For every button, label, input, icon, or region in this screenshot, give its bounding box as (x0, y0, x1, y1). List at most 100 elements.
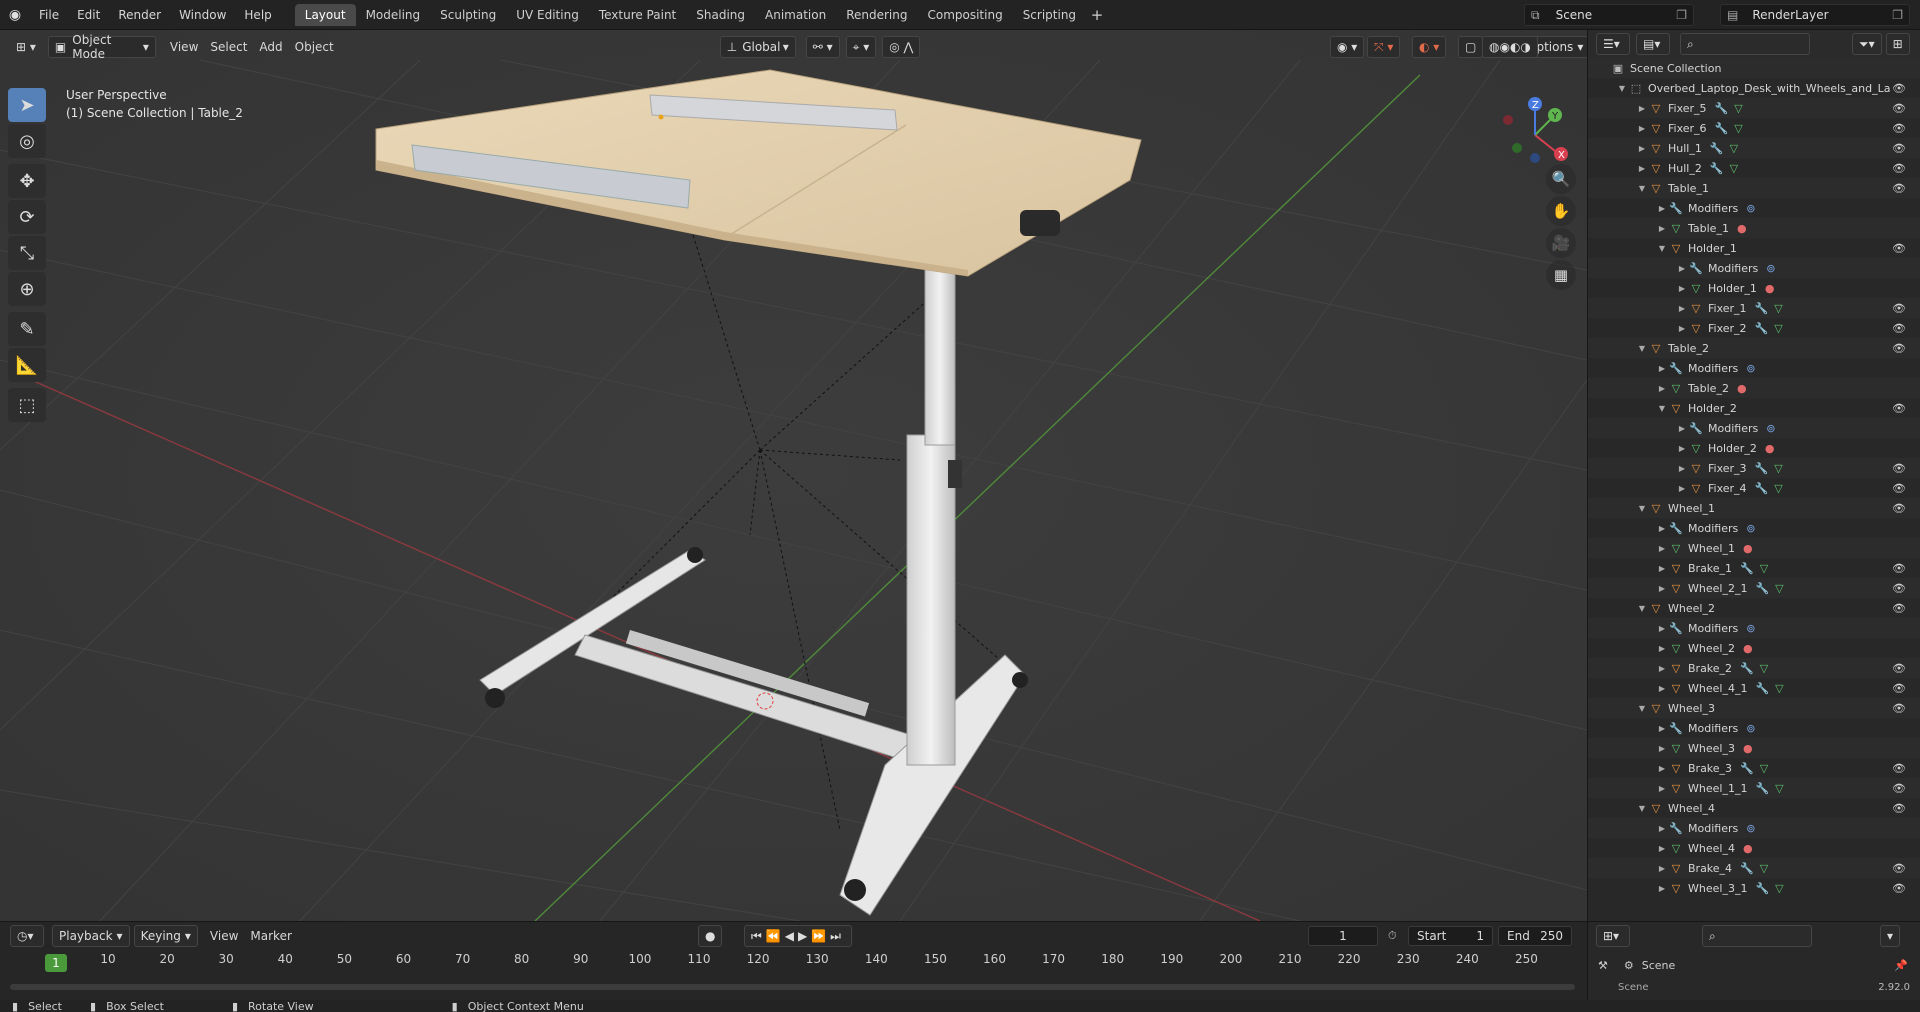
material-icon[interactable]: ● (1765, 442, 1775, 455)
expand-down-icon[interactable]: ▼ (1656, 404, 1668, 413)
outliner-row[interactable]: ▶ 🔧 Modifiers ⊚ (1588, 198, 1920, 218)
add-workspace-icon[interactable]: + (1086, 4, 1108, 26)
material-icon[interactable]: ● (1743, 542, 1753, 555)
visibility-eye-icon[interactable]: 👁 (1892, 462, 1906, 475)
modifier-icon[interactable]: 🔧 (1740, 862, 1754, 875)
modifier-icon[interactable]: 🔧 (1740, 762, 1754, 775)
outliner-row[interactable]: ▶ ▽ Wheel_2_1 🔧 ▽ 👁 (1588, 578, 1920, 598)
visibility-eye-icon[interactable]: 👁 (1892, 182, 1906, 195)
rotate-tool-icon[interactable]: ⟳ (8, 200, 46, 234)
xray-icon[interactable]: ▢ (1458, 36, 1484, 58)
modifier-icon[interactable]: 🔧 (1710, 162, 1724, 175)
record-icon[interactable]: ● (698, 925, 723, 947)
outliner-row[interactable]: ▶ ▽ Holder_1 ● (1588, 278, 1920, 298)
tab-shading[interactable]: Shading (686, 4, 755, 26)
properties-editor-icon[interactable]: ⊞▾ (1596, 925, 1630, 947)
outliner-row[interactable]: ▶ ▽ Fixer_2 🔧 ▽ 👁 (1588, 318, 1920, 338)
outliner-row[interactable]: ▶ ▽ Wheel_4 ● (1588, 838, 1920, 858)
zoom-icon[interactable]: 🔍 (1546, 164, 1576, 194)
scene-selector[interactable]: ⧉ Scene ❐ (1524, 4, 1694, 26)
select-tool-icon[interactable]: ➤ (8, 88, 46, 122)
mesh-data-icon[interactable]: ▽ (1774, 482, 1782, 495)
outliner-row[interactable]: ▼ ▽ Holder_2 👁 (1588, 398, 1920, 418)
modifier-stack-icon[interactable]: ⊚ (1746, 202, 1755, 215)
expand-right-icon[interactable]: ▶ (1656, 524, 1668, 533)
outliner-row[interactable]: ▶ 🔧 Modifiers ⊚ (1588, 818, 1920, 838)
outliner-row[interactable]: ▶ 🔧 Modifiers ⊚ (1588, 618, 1920, 638)
expand-right-icon[interactable]: ▶ (1676, 284, 1688, 293)
add-cube-tool-icon[interactable]: ⬚ (8, 388, 46, 422)
measure-tool-icon[interactable]: 📐 (8, 348, 46, 382)
proportional-edit-icon[interactable]: ◎ ⋀ (882, 36, 921, 58)
expand-down-icon[interactable]: ▼ (1656, 244, 1668, 253)
modifier-stack-icon[interactable]: ⊚ (1766, 262, 1775, 275)
expand-right-icon[interactable]: ▶ (1656, 364, 1668, 373)
perspective-grid-icon[interactable]: ▦ (1546, 260, 1576, 290)
expand-down-icon[interactable]: ▼ (1636, 804, 1648, 813)
mesh-data-icon[interactable]: ▽ (1760, 862, 1768, 875)
outliner-row[interactable]: ▶ ▽ Hull_2 🔧 ▽ 👁 (1588, 158, 1920, 178)
visibility-eye-icon[interactable]: 👁 (1892, 342, 1906, 355)
modifier-icon[interactable]: 🔧 (1755, 782, 1769, 795)
mesh-data-icon[interactable]: ▽ (1775, 582, 1783, 595)
outliner-row[interactable]: ▶ ▽ Fixer_6 🔧 ▽ 👁 (1588, 118, 1920, 138)
material-icon[interactable]: ● (1743, 642, 1753, 655)
expand-right-icon[interactable]: ▶ (1676, 424, 1688, 433)
scene-subpanel-label[interactable]: Scene (1618, 982, 1649, 993)
outliner-row[interactable]: ▶ 🔧 Modifiers ⊚ (1588, 358, 1920, 378)
expand-down-icon[interactable]: ▼ (1616, 84, 1628, 93)
visibility-eye-icon[interactable]: 👁 (1892, 102, 1906, 115)
visibility-icon[interactable]: ◉ ▾ (1330, 36, 1365, 58)
outliner-row[interactable]: ▼ ⬚ Overbed_Laptop_Desk_with_Wheels_and_La… (1588, 78, 1920, 98)
outliner-search-input[interactable]: ⌕ (1680, 33, 1810, 55)
mode-selector[interactable]: ▣ Object Mode ▾ (47, 33, 156, 61)
stopwatch-icon[interactable]: ⏱ (1388, 929, 1397, 943)
timeline-menu-view[interactable]: View (204, 925, 244, 947)
filter-icon[interactable]: ⏷▾ (1852, 33, 1882, 55)
outliner-row[interactable]: ▶ ▽ Wheel_3_1 🔧 ▽ 👁 (1588, 878, 1920, 898)
material-icon[interactable]: ● (1743, 842, 1753, 855)
expand-down-icon[interactable]: ▼ (1636, 704, 1648, 713)
menu-object[interactable]: Object (289, 36, 340, 58)
outliner-row[interactable]: ▶ ▽ Fixer_3 🔧 ▽ 👁 (1588, 458, 1920, 478)
snap-icon[interactable]: ⌖ ▾ (845, 36, 877, 58)
material-icon[interactable]: ● (1743, 742, 1753, 755)
outliner-row[interactable]: ▶ ▽ Wheel_1_1 🔧 ▽ 👁 (1588, 778, 1920, 798)
outliner-row[interactable]: ▶ ▽ Table_2 ● (1588, 378, 1920, 398)
menu-select[interactable]: Select (204, 36, 253, 58)
timeline-scrollbar[interactable] (10, 984, 1575, 990)
outliner-row[interactable]: ▶ ▽ Fixer_5 🔧 ▽ 👁 (1588, 98, 1920, 118)
scale-tool-icon[interactable]: ⤡ (8, 236, 46, 270)
outliner-row[interactable]: ▼ ▽ Holder_1 👁 (1588, 238, 1920, 258)
outliner-row[interactable]: ▶ 🔧 Modifiers ⊚ (1588, 418, 1920, 438)
modifier-stack-icon[interactable]: ⊚ (1746, 822, 1755, 835)
tab-sculpting[interactable]: Sculpting (430, 4, 506, 26)
mesh-data-icon[interactable]: ▽ (1730, 162, 1738, 175)
expand-right-icon[interactable]: ▶ (1656, 744, 1668, 753)
tab-rendering[interactable]: Rendering (836, 4, 917, 26)
outliner-row[interactable]: ▼ ▽ Wheel_2 👁 (1588, 598, 1920, 618)
outliner-row[interactable]: ▶ ▽ Fixer_1 🔧 ▽ 👁 (1588, 298, 1920, 318)
menu-view[interactable]: View (164, 36, 204, 58)
outliner-row[interactable]: ▶ ▽ Wheel_4_1 🔧 ▽ 👁 (1588, 678, 1920, 698)
outliner-row[interactable]: ▼ ▽ Wheel_1 👁 (1588, 498, 1920, 518)
modifier-icon[interactable]: 🔧 (1755, 582, 1769, 595)
visibility-eye-icon[interactable]: 👁 (1892, 122, 1906, 135)
menu-render[interactable]: Render (109, 0, 170, 30)
blender-logo-icon[interactable]: ◉ (0, 0, 30, 30)
tab-animation[interactable]: Animation (755, 4, 836, 26)
mesh-data-icon[interactable]: ▽ (1774, 322, 1782, 335)
end-frame-field[interactable]: End 250 (1498, 926, 1572, 946)
current-frame-field[interactable]: 1 (1308, 926, 1378, 946)
mesh-data-icon[interactable]: ▽ (1760, 562, 1768, 575)
expand-right-icon[interactable]: ▶ (1676, 324, 1688, 333)
expand-right-icon[interactable]: ▶ (1676, 264, 1688, 273)
expand-right-icon[interactable]: ▶ (1656, 384, 1668, 393)
properties-search-input[interactable]: ⌕ (1702, 925, 1812, 947)
outliner-row[interactable]: ▶ ▽ Holder_2 ● (1588, 438, 1920, 458)
visibility-eye-icon[interactable]: 👁 (1892, 662, 1906, 675)
modifier-stack-icon[interactable]: ⊚ (1746, 362, 1755, 375)
visibility-eye-icon[interactable]: 👁 (1892, 582, 1906, 595)
material-icon[interactable]: ● (1765, 282, 1775, 295)
visibility-eye-icon[interactable]: 👁 (1892, 682, 1906, 695)
